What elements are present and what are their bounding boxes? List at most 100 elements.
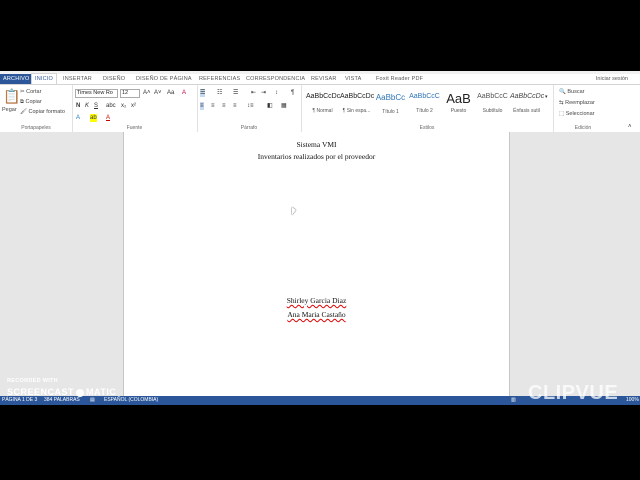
style-preview: AaBbCc — [375, 93, 406, 102]
document-page[interactable]: Sistema VMI Inventarios realizados por e… — [123, 132, 510, 396]
styles-group: AaBbCcDc ¶ Normal AaBbCcDc ¶ Sin espa... A… — [301, 85, 554, 132]
tab-revisar[interactable]: REVISAR — [311, 74, 337, 84]
underline-icon[interactable]: S — [94, 102, 98, 110]
line-spacing-icon[interactable]: ↕≡ — [247, 102, 254, 110]
font-group: Times New Ro 12 A˄ A˅ Aa A N K S abc x₂ … — [72, 85, 198, 132]
strikethrough-icon[interactable]: abc — [106, 102, 116, 110]
style-preview: AaBbCcC — [477, 93, 508, 100]
style-sin-espaciado[interactable]: AaBbCcDc ¶ Sin espa... — [340, 91, 375, 121]
borders-icon[interactable]: ▦ — [281, 102, 287, 110]
shading-icon[interactable]: ◧ — [267, 102, 273, 110]
paste-icon[interactable]: 📋 — [3, 89, 20, 103]
paste-button[interactable]: Pegar — [2, 107, 17, 113]
superscript-icon[interactable]: x² — [131, 102, 136, 110]
increase-indent-icon[interactable]: ⇥ — [261, 89, 266, 97]
font-color-icon[interactable]: A — [106, 114, 110, 122]
proofing-icon[interactable]: ▤ — [90, 396, 95, 405]
author-2-text: Ana Maria Castaño — [287, 310, 346, 319]
style-titulo-2[interactable]: AaBbCcC Título 2 — [408, 91, 441, 121]
style-puesto[interactable]: AaB Puesto — [442, 91, 475, 121]
tab-correspondencia[interactable]: CORRESPONDENCIA — [246, 74, 305, 84]
style-subtitulo[interactable]: AaBbCcC Subtítulo — [476, 91, 509, 121]
tab-foxit[interactable]: Foxit Reader PDF — [376, 74, 423, 84]
select-label: Seleccionar — [565, 111, 595, 117]
font-size-select[interactable]: 12 — [120, 89, 140, 98]
style-preview: AaBbCcDc — [306, 93, 341, 100]
mouse-cursor-icon — [292, 207, 296, 215]
subscript-icon[interactable]: x₂ — [121, 102, 126, 110]
collapse-ribbon-icon[interactable]: ˄ — [628, 123, 632, 131]
doc-title: Sistema VMI — [296, 140, 337, 149]
doc-author-1: Shirley Garcia Diaz — [124, 296, 509, 305]
find-label: Buscar — [567, 89, 585, 95]
language-status[interactable]: ESPAÑOL (COLOMBIA) — [104, 396, 158, 405]
signin-link[interactable]: Iniciar sesión — [596, 74, 628, 84]
style-name: ¶ Sin espa... — [342, 108, 371, 114]
page-count[interactable]: PÁGINA 1 DE 3 — [2, 396, 37, 405]
styles-more-icon[interactable]: ▾ — [545, 93, 548, 101]
style-preview: AaBbCcDc — [340, 93, 375, 100]
pilcrow-icon[interactable]: ¶ — [291, 89, 294, 97]
screencast-text: SCREENCAST — [7, 387, 75, 397]
recorded-with-label: RECORDED WITH — [7, 378, 58, 384]
format-painter-button[interactable]: 🖌 Copiar formato — [20, 109, 65, 115]
bullets-icon[interactable]: ☰ — [200, 89, 206, 97]
style-preview: AaBbCcC — [409, 93, 440, 100]
align-left-icon[interactable]: ≡ — [200, 102, 204, 110]
shrink-font-icon[interactable]: A˅ — [154, 89, 162, 97]
font-group-label: Fuente — [126, 125, 143, 131]
style-enfasis-sutil[interactable]: AaBbCcDc Énfasis sutil — [510, 91, 545, 121]
style-preview: AaBbCcDc — [510, 93, 545, 100]
tab-diseno-pagina[interactable]: DISEÑO DE PÁGINA — [136, 74, 192, 84]
cut-label: Cortar — [26, 89, 42, 95]
highlight-icon[interactable]: ab — [90, 114, 97, 122]
sort-icon[interactable]: ↕ — [275, 89, 278, 97]
justify-icon[interactable]: ≡ — [233, 102, 237, 110]
author-1-text: Shirley Garcia Diaz — [286, 296, 347, 305]
align-center-icon[interactable]: ≡ — [211, 102, 215, 110]
align-right-icon[interactable]: ≡ — [222, 102, 226, 110]
select-button[interactable]: ⬚ Seleccionar — [559, 111, 594, 117]
tab-insertar[interactable]: INSERTAR — [63, 74, 92, 84]
style-preview: AaB — [446, 91, 471, 106]
tab-diseno[interactable]: DISEÑO — [103, 74, 125, 84]
word-window: ARCHIVO INICIO INSERTAR DISEÑO DISEÑO DE… — [0, 71, 640, 405]
font-name-select[interactable]: Times New Ro — [75, 89, 118, 98]
text-effects-icon[interactable]: A — [76, 114, 80, 122]
zoom-level[interactable]: 100% — [626, 396, 639, 405]
tab-archivo[interactable]: ARCHIVO — [0, 74, 33, 84]
tab-vista[interactable]: VISTA — [345, 74, 362, 84]
italic-icon[interactable]: K — [85, 102, 89, 110]
paragraph-group-label: Párrafo — [240, 125, 258, 131]
read-mode-icon[interactable]: ▥ — [511, 396, 516, 405]
brush-icon: 🖌 — [20, 109, 29, 115]
find-button[interactable]: 🔍 Buscar — [559, 89, 585, 95]
document-area[interactable]: Sistema VMI Inventarios realizados por e… — [0, 132, 640, 396]
change-case-icon[interactable]: Aa — [167, 89, 174, 97]
style-name: Puesto — [450, 108, 467, 114]
replace-button[interactable]: ⇆ Reemplazar — [559, 100, 595, 106]
style-name: Título 1 — [382, 109, 399, 115]
editing-group-label: Edición — [574, 125, 592, 131]
ribbon-tabs: ARCHIVO INICIO INSERTAR DISEÑO DISEÑO DE… — [0, 73, 640, 85]
style-name: Subtítulo — [482, 108, 503, 114]
word-count[interactable]: 384 PALABRAS — [44, 396, 80, 405]
style-titulo-1[interactable]: AaBbCc Título 1 — [374, 91, 407, 121]
style-normal[interactable]: AaBbCcDc ¶ Normal — [306, 91, 341, 121]
screencast-logo: SCREENCAST MATIC — [7, 387, 116, 397]
grow-font-icon[interactable]: A˄ — [143, 89, 151, 97]
copy-label: Copiar — [25, 99, 42, 105]
clipboard-group: 📋 Pegar ✂ Cortar ⧉ Copiar 🖌 Copiar forma… — [0, 85, 73, 132]
ribbon: 📋 Pegar ✂ Cortar ⧉ Copiar 🖌 Copiar forma… — [0, 84, 640, 133]
select-icon: ⬚ — [559, 111, 566, 117]
clear-format-icon[interactable]: A — [182, 89, 186, 97]
copy-button[interactable]: ⧉ Copiar — [20, 99, 42, 106]
clipboard-group-label: Portapapeles — [21, 125, 51, 131]
numbering-icon[interactable]: ☷ — [217, 89, 222, 97]
multilevel-list-icon[interactable]: ☰ — [233, 89, 238, 97]
decrease-indent-icon[interactable]: ⇤ — [251, 89, 256, 97]
style-name: Énfasis sutil — [513, 108, 540, 114]
bold-icon[interactable]: N — [76, 102, 80, 110]
cut-button[interactable]: ✂ Cortar — [20, 89, 41, 95]
tab-referencias[interactable]: REFERENCIAS — [199, 74, 240, 84]
